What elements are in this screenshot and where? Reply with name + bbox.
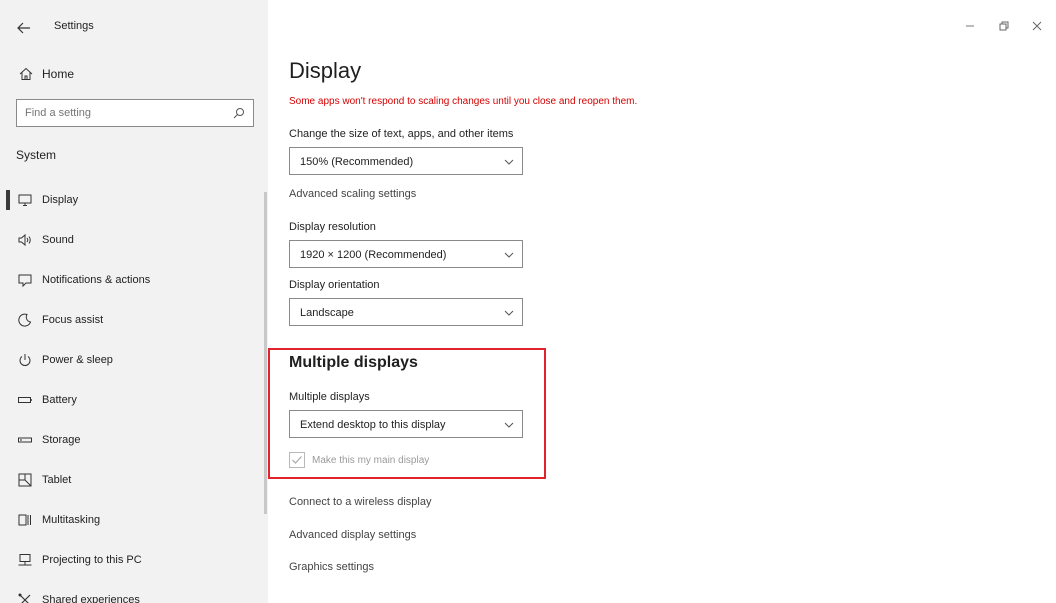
search-box[interactable] <box>16 99 254 127</box>
sidebar-nav: Display Sound Notifications & actions Fo… <box>0 180 268 603</box>
back-button[interactable] <box>14 18 34 38</box>
sidebar-item-label: Battery <box>42 394 77 406</box>
main-content: Display Some apps won't respond to scali… <box>268 0 1056 603</box>
shared-icon <box>18 593 31 603</box>
settings-window: Settings Home System Display <box>0 0 1056 603</box>
orientation-value: Landscape <box>300 307 354 319</box>
sidebar-item-label: Shared experiences <box>42 594 140 603</box>
sidebar-item-label: Display <box>42 194 79 206</box>
speaker-icon <box>18 233 31 247</box>
multiple-displays-heading: Multiple displays <box>289 354 418 371</box>
scaling-warning: Some apps won't respond to scaling chang… <box>289 96 638 107</box>
section-label: System <box>16 148 57 162</box>
scale-value: 150% (Recommended) <box>300 156 414 168</box>
sidebar-item-label: Storage <box>42 434 81 446</box>
advanced-scaling-link[interactable]: Advanced scaling settings <box>289 188 416 200</box>
notification-icon <box>18 274 32 288</box>
sidebar-item-focus-assist[interactable]: Focus assist <box>0 300 268 340</box>
sidebar-item-multitasking[interactable]: Multitasking <box>0 500 268 540</box>
sidebar-item-label: Tablet <box>42 474 72 486</box>
scale-dropdown[interactable]: 150% (Recommended) <box>289 147 523 175</box>
battery-icon <box>18 397 32 403</box>
main-display-checkbox[interactable] <box>289 452 305 468</box>
resolution-label: Display resolution <box>289 221 376 233</box>
orientation-label: Display orientation <box>289 279 380 291</box>
moon-icon <box>18 313 32 327</box>
sidebar-item-label: Focus assist <box>42 314 104 326</box>
multiple-displays-label: Multiple displays <box>289 391 370 403</box>
sidebar-item-display[interactable]: Display <box>0 180 268 220</box>
advanced-display-link[interactable]: Advanced display settings <box>289 529 416 541</box>
selection-indicator <box>6 190 10 210</box>
sidebar-item-projecting[interactable]: Projecting to this PC <box>0 540 268 580</box>
sidebar-item-sound[interactable]: Sound <box>0 220 268 260</box>
resolution-value: 1920 × 1200 (Recommended) <box>300 249 447 261</box>
chevron-down-icon <box>504 159 514 165</box>
sidebar-item-label: Multitasking <box>42 514 101 526</box>
page-title: Display <box>289 58 362 83</box>
sidebar-item-storage[interactable]: Storage <box>0 420 268 460</box>
graphics-settings-link[interactable]: Graphics settings <box>289 561 374 573</box>
sidebar-item-notifications[interactable]: Notifications & actions <box>0 260 268 300</box>
sidebar: Settings Home System Display <box>0 0 268 603</box>
sidebar-item-home[interactable]: Home <box>0 60 268 88</box>
sidebar-item-label: Sound <box>42 234 74 246</box>
sidebar-scrollbar[interactable] <box>264 192 267 514</box>
multiple-displays-value: Extend desktop to this display <box>300 419 446 431</box>
tablet-icon <box>18 473 32 487</box>
chevron-down-icon <box>504 422 514 428</box>
resolution-dropdown[interactable]: 1920 × 1200 (Recommended) <box>289 240 523 268</box>
scale-label: Change the size of text, apps, and other… <box>289 128 514 140</box>
home-icon <box>19 67 33 80</box>
sidebar-item-label: Projecting to this PC <box>42 554 142 566</box>
checkmark-icon <box>292 456 302 464</box>
projecting-icon <box>18 554 32 566</box>
sidebar-item-shared-experiences[interactable]: Shared experiences <box>0 580 268 603</box>
search-input[interactable] <box>17 100 227 126</box>
main-display-label: Make this my main display <box>312 455 430 466</box>
back-arrow-icon <box>17 22 30 34</box>
sidebar-item-tablet[interactable]: Tablet <box>0 460 268 500</box>
sidebar-item-power-sleep[interactable]: Power & sleep <box>0 340 268 380</box>
power-icon <box>19 354 31 366</box>
sidebar-item-label: Power & sleep <box>42 354 113 366</box>
sidebar-item-battery[interactable]: Battery <box>0 380 268 420</box>
wireless-display-link[interactable]: Connect to a wireless display <box>289 496 431 508</box>
chevron-down-icon <box>504 252 514 258</box>
multitasking-icon <box>18 514 31 526</box>
chevron-down-icon <box>504 310 514 316</box>
app-title: Settings <box>54 20 94 32</box>
storage-icon <box>18 437 32 443</box>
multiple-displays-dropdown[interactable]: Extend desktop to this display <box>289 410 523 438</box>
monitor-icon <box>18 194 32 206</box>
orientation-dropdown[interactable]: Landscape <box>289 298 523 326</box>
home-label: Home <box>42 67 75 81</box>
sidebar-item-label: Notifications & actions <box>42 274 151 286</box>
search-icon <box>233 108 244 119</box>
